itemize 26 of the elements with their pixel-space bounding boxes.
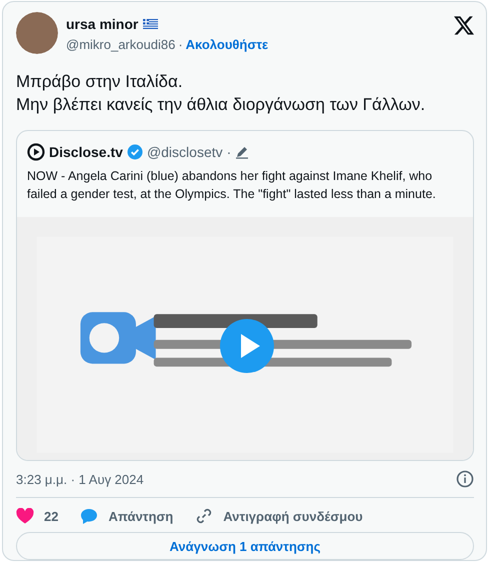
quoted-user-name[interactable]: Disclose.tv — [49, 144, 123, 160]
link-icon[interactable] — [195, 507, 214, 526]
timestamp[interactable]: 3:23 μ.μ. · 1 Αυγ 2024 — [16, 472, 144, 487]
tweet-text: Μπράβο στην Ιταλίδα. — [16, 71, 184, 93]
quoted-tweet[interactable]: Disclose.tv @disclosetv · NOW - Angela Carini (blue) abandons her fight against Imane Khelif, who failed a gender test, at the Olympics. The "fight" lasted less than a minute. — [16, 130, 474, 462]
reply-link[interactable]: Απάντηση — [108, 508, 174, 524]
copy-link[interactable]: Αντιγραφή συνδέσμου — [223, 508, 363, 524]
flag-icon — [143, 19, 158, 29]
tweet-text: Μην βλέπει κανείς την άθλια διοργάνωση των Γάλλων. — [16, 94, 426, 116]
play-circle-icon — [27, 143, 45, 161]
info-icon[interactable] — [456, 470, 474, 488]
separator-dot: · — [226, 144, 232, 160]
user-name[interactable]: ursa minor — [66, 16, 138, 32]
read-replies-button[interactable]: Ανάγνωση 1 απάντησης — [16, 532, 474, 560]
pencil-icon — [235, 145, 250, 159]
heart-icon[interactable] — [16, 508, 34, 524]
separator-dot: · — [178, 37, 183, 52]
like-count[interactable]: 22 — [44, 508, 58, 524]
quoted-user-handle[interactable]: @disclosetv — [146, 144, 223, 160]
quoted-tweet-text: NOW - Angela Carini (blue) abandons her fight against Imane Khelif, who failed a gender test, at the Olympics. The "fight" lasted less than a minute. — [26, 168, 437, 203]
x-logo-icon[interactable] — [454, 16, 474, 35]
follow-link[interactable]: Ακολουθήστε — [186, 37, 268, 52]
avatar[interactable] — [16, 12, 58, 54]
user-handle[interactable]: @mikro_arkoudi86 — [66, 37, 176, 52]
play-button[interactable] — [220, 319, 274, 373]
speech-bubble-icon[interactable] — [80, 508, 98, 525]
